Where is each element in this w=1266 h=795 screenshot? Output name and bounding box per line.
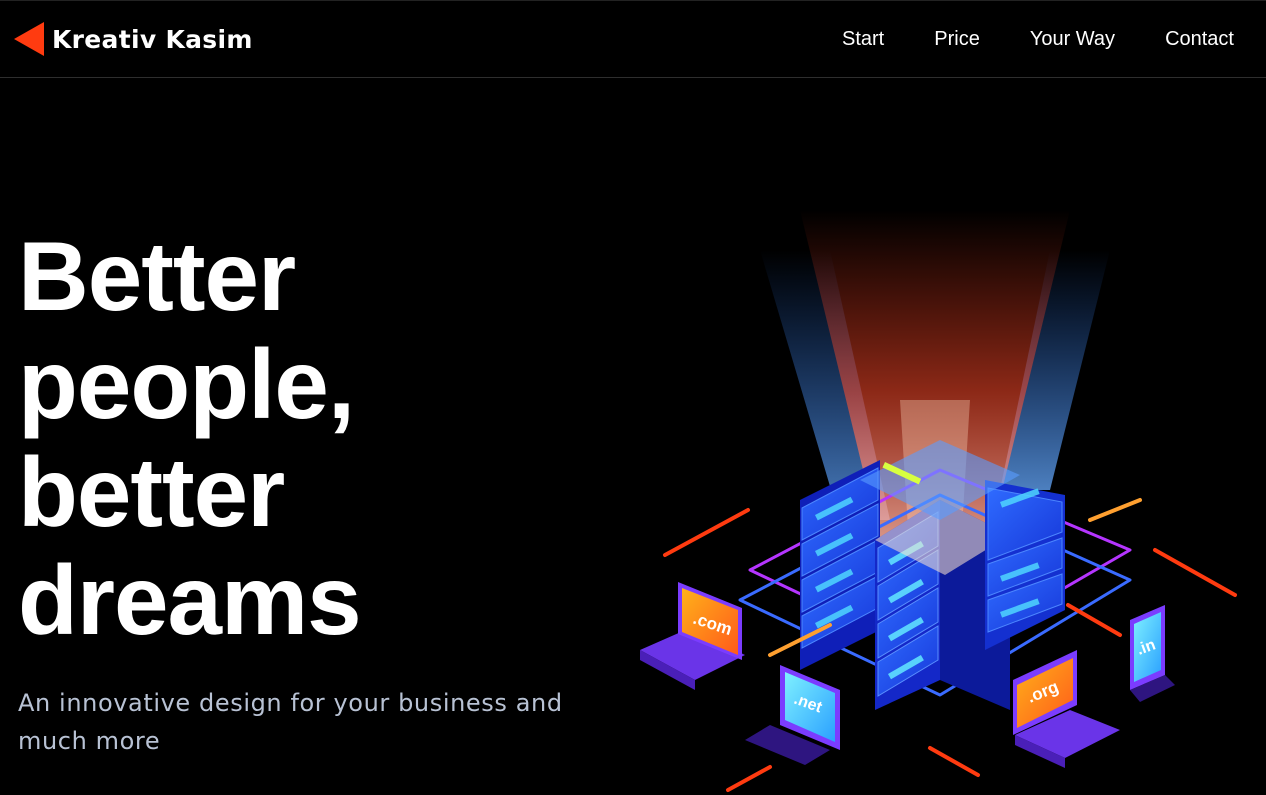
nav-item-your-way[interactable]: Your Way	[1030, 28, 1115, 51]
brand-name: Kreativ Kasim	[52, 24, 253, 54]
main-nav: Start Price Your Way Contact	[842, 28, 1234, 51]
top-navbar: Kreativ Kasim Start Price Your Way Conta…	[0, 0, 1266, 78]
nav-item-start[interactable]: Start	[842, 28, 884, 51]
server-illustration: .com .net .org .in	[640, 210, 1237, 792]
hero-title-line: dreams	[18, 545, 362, 655]
phone-in-icon: .in	[1130, 605, 1175, 702]
brand-logo[interactable]: Kreativ Kasim	[14, 22, 253, 56]
hero-title: Better people, better dreams	[18, 222, 618, 654]
laptop-org-icon: .org	[1013, 650, 1120, 768]
hero-subtitle: An innovative design for your business a…	[18, 689, 563, 755]
tablet-net-icon: .net	[745, 665, 840, 765]
hero-title-line: better	[18, 437, 285, 547]
hero-title-line: people,	[18, 329, 355, 439]
red-triangle-icon	[14, 22, 44, 56]
laptop-com-icon: .com	[640, 582, 745, 690]
nav-item-contact[interactable]: Contact	[1165, 28, 1234, 51]
nav-item-price[interactable]: Price	[934, 28, 980, 51]
hero-title-line: Better	[18, 221, 296, 331]
